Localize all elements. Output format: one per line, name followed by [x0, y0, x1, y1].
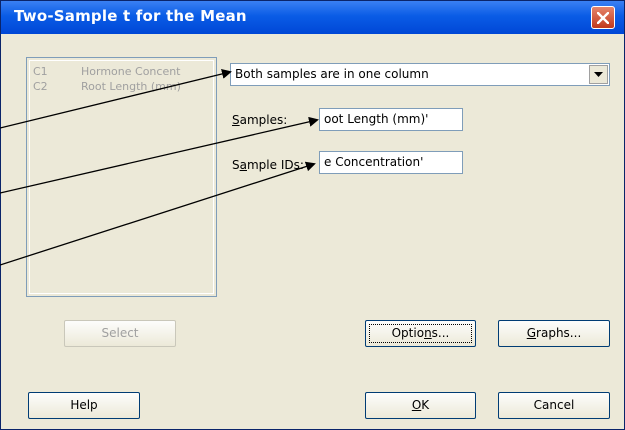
help-button[interactable]: Help: [28, 392, 140, 419]
select-button[interactable]: Select: [64, 320, 176, 347]
dropdown-button[interactable]: [589, 65, 608, 84]
sample-layout-dropdown[interactable]: Both samples are in one column: [230, 63, 610, 86]
column-name: Hormone Concent: [81, 65, 181, 78]
sample-ids-field[interactable]: e Concentration': [319, 151, 463, 174]
close-icon: [597, 12, 609, 24]
samples-label: Samples:: [232, 113, 288, 127]
column-list[interactable]: C1 Hormone Concent C2 Root Length (mm): [26, 57, 217, 297]
column-id: C1: [33, 65, 48, 78]
samples-field[interactable]: oot Length (mm)': [319, 108, 463, 131]
ok-button[interactable]: OK: [365, 392, 476, 419]
graphs-button[interactable]: Graphs...: [498, 320, 610, 347]
cancel-button[interactable]: Cancel: [498, 392, 610, 419]
list-item[interactable]: C2 Root Length (mm): [33, 80, 213, 93]
sample-ids-label: Sample IDs:: [232, 158, 304, 172]
chevron-down-icon: [594, 72, 603, 77]
list-item[interactable]: C1 Hormone Concent: [33, 65, 213, 78]
options-button[interactable]: Options...: [365, 320, 476, 347]
column-id: C2: [33, 80, 48, 93]
column-name: Root Length (mm): [81, 80, 181, 93]
window-title: Two-Sample t for the Mean: [14, 7, 247, 25]
dropdown-value: Both samples are in one column: [235, 67, 429, 81]
close-button[interactable]: [591, 6, 615, 29]
title-bar[interactable]: Two-Sample t for the Mean: [1, 1, 624, 34]
